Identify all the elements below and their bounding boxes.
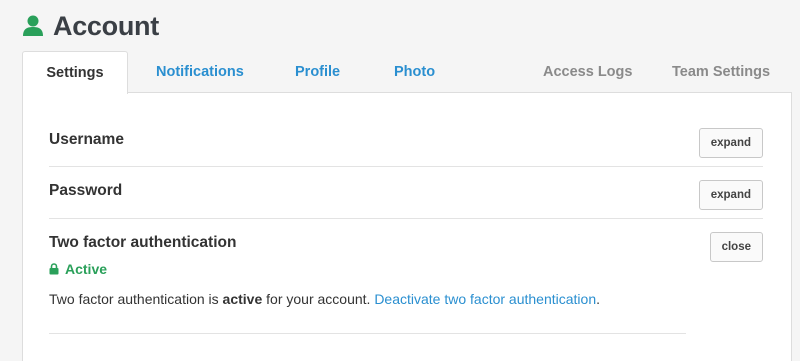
user-icon	[23, 15, 43, 37]
two-factor-title: Two factor authentication	[49, 234, 237, 251]
two-factor-description: Two factor authentication is active for …	[49, 291, 600, 307]
username-expand-button[interactable]: expand	[698, 128, 763, 158]
settings-panel: Username expand Password expand Two fact…	[22, 92, 792, 361]
desc-text: Two factor authentication is	[49, 291, 223, 307]
password-row: Password expand	[49, 167, 763, 219]
tab-settings[interactable]: Settings	[22, 51, 128, 94]
tab-access-logs[interactable]: Access Logs	[543, 51, 632, 93]
desc-text-middle: for your account.	[262, 291, 375, 307]
desc-bold-active: active	[222, 291, 263, 307]
tab-team-settings[interactable]: Team Settings	[672, 51, 770, 93]
desc-text-suffix: .	[596, 291, 600, 307]
password-expand-button[interactable]: expand	[698, 180, 763, 210]
tab-notifications[interactable]: Notifications	[156, 51, 244, 93]
status-label: Active	[65, 261, 108, 277]
deactivate-two-factor-link[interactable]: Deactivate two factor authentication	[374, 291, 596, 307]
two-factor-close-button[interactable]: close	[709, 232, 763, 262]
username-row: Username expand	[49, 93, 763, 167]
two-factor-status: Active	[49, 261, 107, 277]
divider	[49, 333, 686, 334]
account-tabs: Settings Notifications Profile Photo Acc…	[22, 51, 792, 94]
tab-profile[interactable]: Profile	[295, 51, 340, 93]
tab-photo[interactable]: Photo	[394, 51, 435, 93]
page-header: Account	[23, 8, 159, 44]
two-factor-row: Two factor authentication close Active T…	[49, 219, 763, 333]
password-title: Password	[49, 182, 123, 199]
username-title: Username	[49, 131, 124, 148]
page-title: Account	[53, 10, 159, 41]
lock-icon	[49, 263, 59, 275]
